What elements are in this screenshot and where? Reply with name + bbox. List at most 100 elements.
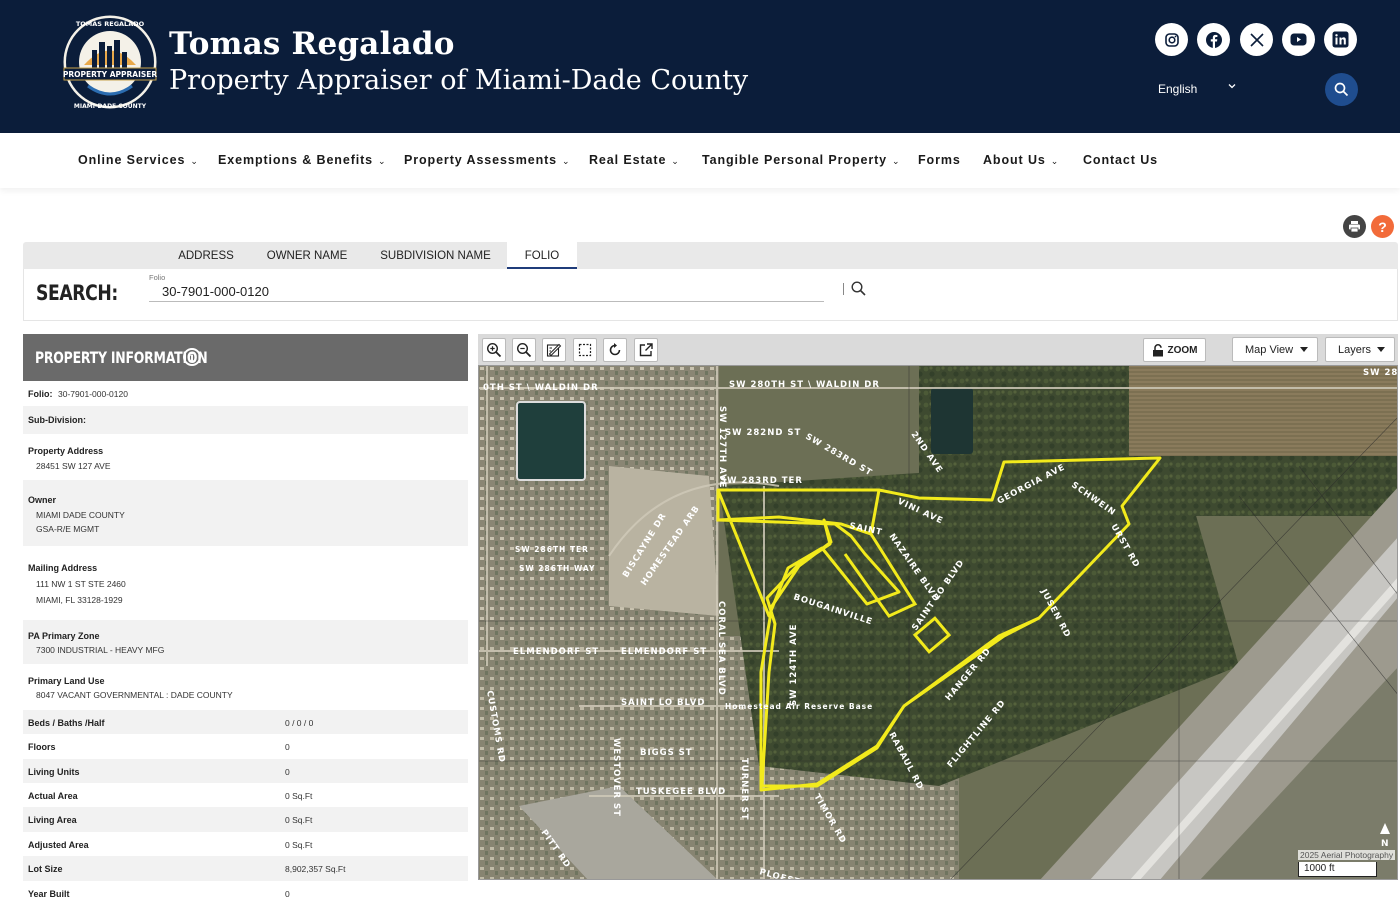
help-button[interactable]: ? xyxy=(1371,215,1394,238)
external-link-icon xyxy=(639,343,653,357)
tab-subdivision-name[interactable]: SUBDIVISION NAME xyxy=(373,242,498,269)
lock-icon xyxy=(1152,343,1163,356)
tab-folio[interactable]: FOLIO xyxy=(507,242,577,269)
mailing-line-2: MIAMI, FL 33128-1929 xyxy=(36,595,123,605)
street-label: SW 282ND ST xyxy=(725,428,801,438)
street-label: 0TH ST \ WALDIN DR xyxy=(483,383,599,393)
tab-owner-name[interactable]: OWNER NAME xyxy=(259,242,355,269)
main-nav: Online Services ⌄ Exemptions & Benefits ⌄ … xyxy=(0,133,1400,188)
print-button[interactable] xyxy=(1343,215,1366,238)
property-appraiser-logo[interactable]: PROPERTY APPRAISER TOMAS REGALADO MIAMI-… xyxy=(62,10,158,116)
folio-value: 30-7901-000-0120 xyxy=(58,389,128,399)
stat-row: Living Units 0 xyxy=(23,759,468,783)
street-label: SW 283RD TER xyxy=(720,476,803,486)
street-label: ELMENDORF ST xyxy=(621,647,707,657)
chevron-down-icon: ⌄ xyxy=(190,156,199,166)
linkedin-icon[interactable] xyxy=(1324,23,1357,56)
search-icon xyxy=(1334,82,1349,97)
poi-label: Homestead Air Reserve Base xyxy=(725,702,873,711)
nav-online-services[interactable]: Online Services ⌄ xyxy=(78,153,199,167)
street-label: CORAL SEA BLVD xyxy=(716,601,726,696)
primary-zone-row: PA Primary Zone 7300 INDUSTRIAL - HEAVY … xyxy=(23,620,468,664)
zoom-in-icon xyxy=(486,342,502,358)
street-label: BIGGS ST xyxy=(640,748,693,758)
property-address-row: Property Address 28451 SW 127 AVE xyxy=(28,446,111,471)
map-toolbar: ZOOM Map View Layers xyxy=(478,334,1398,365)
header-search-button[interactable] xyxy=(1325,73,1358,106)
mailing-address-row: Mailing Address 111 NW 1 ST STE 2460 MIA… xyxy=(28,563,126,605)
folio-search-input[interactable] xyxy=(149,282,824,302)
chevron-down-icon[interactable] xyxy=(1227,80,1237,94)
zoom-in-button[interactable] xyxy=(482,338,506,362)
street-label: TUSKEGEE BLVD xyxy=(636,787,726,797)
info-icon[interactable]: i xyxy=(183,348,201,366)
nav-about-us[interactable]: About Us ⌄ xyxy=(983,153,1059,167)
refresh-button[interactable] xyxy=(603,338,627,362)
site-header: PROPERTY APPRAISER TOMAS REGALADO MIAMI-… xyxy=(0,0,1400,133)
nav-forms[interactable]: Forms xyxy=(918,153,961,167)
site-subtitle: Property Appraiser of Miami-Dade County xyxy=(169,65,749,96)
language-select[interactable]: English xyxy=(1158,82,1197,96)
street-label: SAINT LO BLVD xyxy=(621,698,705,708)
zoom-out-icon xyxy=(516,342,532,358)
subdivision-row: Sub-Division: xyxy=(23,406,468,434)
map-credit: 2025 Aerial Photography xyxy=(1298,850,1396,860)
tab-address[interactable]: ADDRESS xyxy=(166,242,246,269)
nav-tangible-personal-property[interactable]: Tangible Personal Property ⌄ xyxy=(702,153,900,167)
property-address-value: 28451 SW 127 AVE xyxy=(36,461,111,471)
primary-zone-value: 7300 INDUSTRIAL - HEAVY MFG xyxy=(36,645,165,655)
owner-value-2: GSA-R/E MGMT xyxy=(36,524,100,534)
zoom-to-parcel-button[interactable]: ZOOM xyxy=(1143,338,1206,362)
stat-row: Lot Size 8,902,357 Sq.Ft xyxy=(23,856,468,881)
folio-row: Folio: 30-7901-000-0120 xyxy=(28,389,128,399)
aerial-map[interactable]: SW 280TH ST \ WALDIN DR 0TH ST \ WALDIN … xyxy=(478,365,1398,880)
site-title: Tomas Regalado xyxy=(169,26,455,62)
search-tabs: ADDRESS OWNER NAME SUBDIVISION NAME FOLI… xyxy=(23,242,1398,269)
map-view-select[interactable]: Map View xyxy=(1232,337,1318,362)
stat-row: Living Area 0 Sq.Ft xyxy=(23,807,468,832)
street-label: ELMENDORF ST xyxy=(513,647,599,657)
select-icon xyxy=(578,343,592,357)
svg-text:N: N xyxy=(1381,839,1389,849)
refresh-icon xyxy=(609,343,621,356)
street-label: SW 28 xyxy=(1363,368,1398,378)
street-label: SW 286TH TER xyxy=(515,545,589,554)
x-icon[interactable] xyxy=(1240,23,1273,56)
facebook-icon[interactable] xyxy=(1197,23,1230,56)
youtube-icon[interactable] xyxy=(1282,23,1315,56)
nav-property-assessments[interactable]: Property Assessments ⌄ xyxy=(404,153,570,167)
panel-header: PROPERTY INFORMATION i xyxy=(23,334,468,381)
svg-text:MIAMI-DADE COUNTY: MIAMI-DADE COUNTY xyxy=(74,103,147,110)
street-label: SW 127TH AVE xyxy=(717,406,727,488)
chevron-down-icon: ⌄ xyxy=(671,156,680,166)
measure-button[interactable] xyxy=(542,338,566,362)
owner-row: Owner MIAMI DADE COUNTY GSA-R/E MGMT xyxy=(23,480,468,546)
street-label: SW 286TH WAY xyxy=(519,564,595,573)
nav-contact-us[interactable]: Contact Us xyxy=(1083,153,1158,167)
svg-text:TOMAS REGALADO: TOMAS REGALADO xyxy=(76,20,145,28)
street-label: SW 280TH ST \ WALDIN DR xyxy=(729,380,880,390)
dropdown-arrow-icon xyxy=(1300,347,1308,352)
land-use-value: 8047 VACANT GOVERNMENTAL : DADE COUNTY xyxy=(36,690,233,700)
scale-bar: 1000 ft xyxy=(1298,862,1377,877)
chevron-down-icon: ⌄ xyxy=(1050,156,1060,166)
nav-exemptions-benefits[interactable]: Exemptions & Benefits ⌄ xyxy=(218,153,387,167)
stat-row: Adjusted Area 0 Sq.Ft xyxy=(28,840,313,850)
search-icon[interactable] xyxy=(850,280,868,298)
folio-field-label: Folio xyxy=(149,273,166,282)
printer-icon xyxy=(1349,221,1360,233)
select-area-button[interactable] xyxy=(573,338,597,362)
zoom-out-button[interactable] xyxy=(512,338,536,362)
instagram-icon[interactable] xyxy=(1155,23,1188,56)
land-use-row: Primary Land Use 8047 VACANT GOVERNMENTA… xyxy=(28,676,233,700)
open-external-button[interactable] xyxy=(634,338,658,362)
owner-value-1: MIAMI DADE COUNTY xyxy=(36,510,125,520)
svg-text:PROPERTY APPRAISER: PROPERTY APPRAISER xyxy=(63,70,158,79)
stat-row: Year Built 0 xyxy=(28,889,290,899)
map-canvas[interactable]: SW 280TH ST \ WALDIN DR 0TH ST \ WALDIN … xyxy=(479,366,1398,880)
layers-select[interactable]: Layers xyxy=(1325,337,1395,362)
nav-real-estate[interactable]: Real Estate ⌄ xyxy=(589,153,680,167)
chevron-down-icon: ⌄ xyxy=(378,156,387,166)
chevron-down-icon: ⌄ xyxy=(892,156,901,166)
dropdown-arrow-icon xyxy=(1377,347,1385,352)
